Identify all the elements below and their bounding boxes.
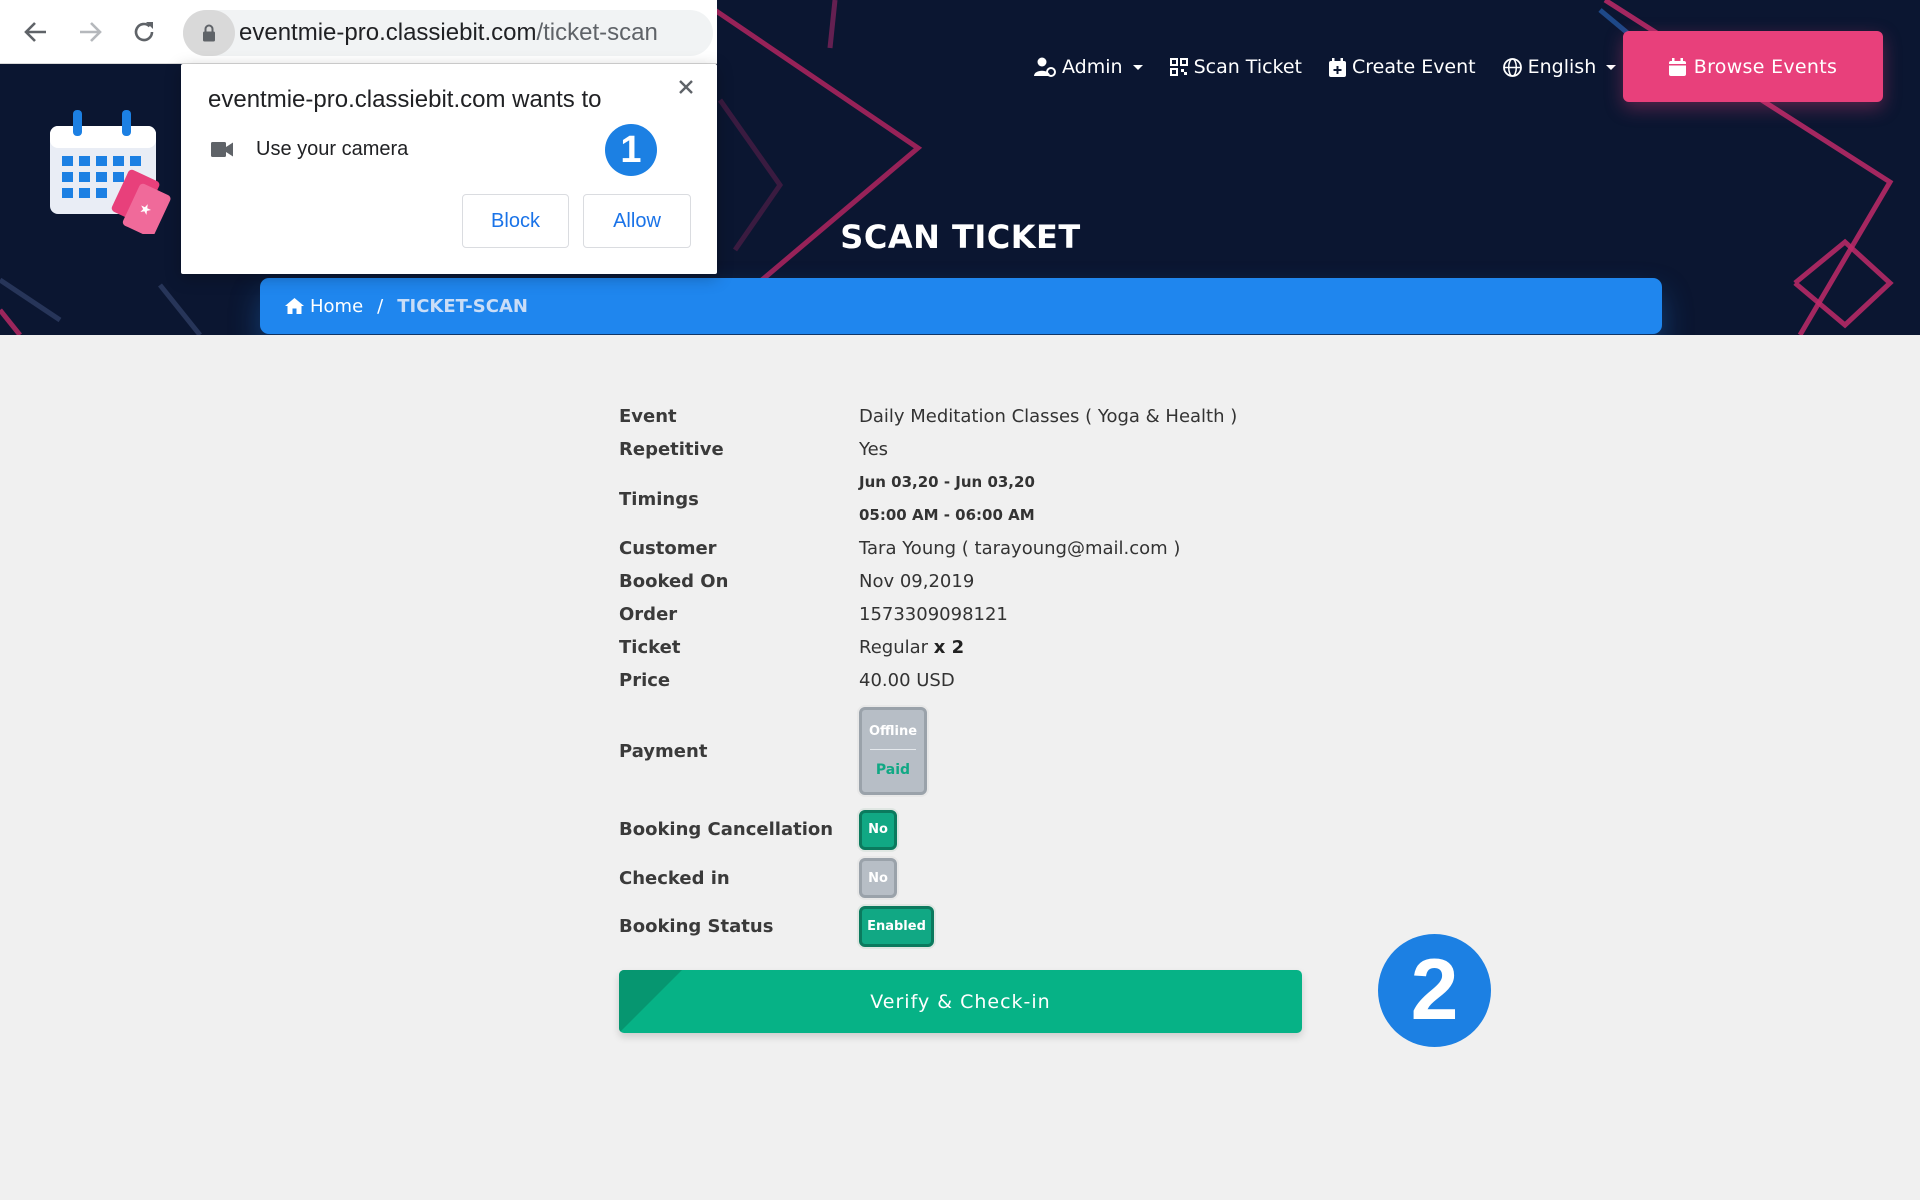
order-value: 1573309098121 — [859, 604, 1008, 625]
ticket-type: Regular — [859, 637, 929, 658]
nav-language-label: English — [1527, 56, 1597, 78]
page-title-text: SCAN TICKET — [840, 218, 1081, 256]
status-label: Booking Status — [619, 915, 774, 937]
allow-button[interactable]: Allow — [583, 194, 691, 248]
block-button[interactable]: Block — [462, 194, 569, 248]
close-icon — [679, 80, 693, 94]
browse-events-button[interactable]: Browse Events — [1623, 31, 1883, 102]
step-badge-1: 1 — [605, 124, 657, 176]
browser-toolbar: eventmie-pro.classiebit.com/ticket-scan — [0, 0, 717, 64]
payment-method: Offline — [868, 724, 918, 739]
ticket-value: Regular x 2 — [859, 637, 964, 658]
breadcrumb-home-label: Home — [310, 295, 364, 317]
breadcrumb-home[interactable]: Home — [285, 296, 363, 317]
ticket-label: Ticket — [619, 637, 681, 658]
repetitive-label: Repetitive — [619, 439, 724, 460]
payment-label: Payment — [619, 740, 708, 762]
calendar-icon — [1668, 57, 1686, 76]
verify-checkin-label: Verify & Check-in — [870, 990, 1051, 1013]
address-bar[interactable]: eventmie-pro.classiebit.com/ticket-scan — [183, 10, 713, 56]
checked-in-badge: No — [859, 858, 897, 898]
url-host: eventmie-pro.classiebit.com — [239, 19, 537, 46]
reload-icon — [134, 22, 154, 42]
status-badge: Enabled — [859, 905, 934, 947]
nav-admin-label: Admin — [1062, 56, 1123, 78]
back-button[interactable] — [18, 14, 54, 50]
detail-row-order: Order 1573309098121 — [619, 598, 1319, 631]
nav-scan-ticket-label: Scan Ticket — [1193, 56, 1303, 78]
ticket-details: Event Daily Meditation Classes ( Yoga & … — [619, 400, 1319, 950]
cancellation-label: Booking Cancellation — [619, 819, 834, 840]
detail-row-customer: Customer Tara Young ( tarayoung@mail.com… — [619, 532, 1319, 565]
timings-dates: Jun 03,20 - Jun 03,20 — [859, 473, 1035, 491]
customer-label: Customer — [619, 538, 717, 559]
customer-value: Tara Young ( tarayoung@mail.com ) — [859, 538, 1181, 559]
event-label: Event — [619, 406, 677, 427]
nav-language[interactable]: English — [1502, 56, 1617, 78]
breadcrumb: Home / TICKET-SCAN — [260, 278, 1662, 334]
home-icon — [285, 298, 304, 314]
timings-value: Jun 03,20 - Jun 03,20 05:00 AM - 06:00 A… — [859, 466, 1035, 532]
arrow-left-icon — [24, 22, 46, 42]
url-text: eventmie-pro.classiebit.com/ticket-scan — [239, 19, 658, 47]
detail-row-ticket: Ticket Regular x 2 — [619, 631, 1319, 664]
price-value: 40.00 USD — [859, 670, 955, 691]
chevron-down-icon — [1606, 64, 1617, 70]
popup-close-button[interactable] — [669, 70, 703, 104]
calendar-logo-icon: ★ — [50, 110, 171, 234]
lock-icon — [203, 24, 215, 42]
timings-label: Timings — [619, 488, 699, 510]
chevron-down-icon — [1132, 64, 1143, 70]
forward-button[interactable] — [72, 14, 108, 50]
camera-permission-row: Use your camera — [211, 138, 408, 161]
detail-row-repetitive: Repetitive Yes — [619, 433, 1319, 466]
timings-hours: 05:00 AM - 06:00 AM — [859, 506, 1035, 524]
nav-admin[interactable]: Admin — [1034, 56, 1143, 78]
step-badge-2: 2 — [1378, 934, 1491, 1047]
detail-row-price: Price 40.00 USD — [619, 664, 1319, 697]
detail-row-cancellation: Booking Cancellation No — [619, 805, 1319, 854]
detail-row-event: Event Daily Meditation Classes ( Yoga & … — [619, 400, 1319, 433]
calendar-plus-icon — [1329, 57, 1347, 77]
verify-checkin-button[interactable]: Verify & Check-in — [619, 970, 1302, 1033]
camera-permission-popup: eventmie-pro.classiebit.com wants to Use… — [181, 64, 717, 274]
url-path: /ticket-scan — [536, 19, 658, 46]
browse-events-label: Browse Events — [1693, 55, 1838, 78]
reload-button[interactable] — [126, 14, 162, 50]
breadcrumb-current: TICKET-SCAN — [397, 295, 528, 317]
booked-on-label: Booked On — [619, 571, 729, 592]
nav-create-event[interactable]: Create Event — [1329, 56, 1476, 78]
payment-status: Paid — [875, 762, 911, 778]
detail-row-checked-in: Checked in No — [619, 854, 1319, 902]
site-info-button[interactable] — [183, 10, 235, 56]
detail-row-booked-on: Booked On Nov 09,2019 — [619, 565, 1319, 598]
qrcode-icon — [1169, 58, 1188, 76]
video-camera-icon — [211, 142, 233, 157]
payment-badge: Offline Paid — [859, 707, 927, 795]
repetitive-value: Yes — [859, 439, 889, 460]
arrow-right-icon — [80, 22, 102, 42]
nav-create-event-label: Create Event — [1352, 56, 1476, 78]
order-label: Order — [619, 604, 678, 625]
detail-row-timings: Timings Jun 03,20 - Jun 03,20 05:00 AM -… — [619, 466, 1319, 532]
camera-permission-label: Use your camera — [256, 138, 409, 160]
nav-scan-ticket[interactable]: Scan Ticket — [1169, 56, 1303, 78]
booked-on-value: Nov 09,2019 — [859, 571, 975, 592]
globe-icon — [1502, 57, 1522, 77]
cancellation-badge: No — [859, 809, 897, 850]
detail-row-status: Booking Status Enabled — [619, 902, 1319, 950]
user-cog-icon — [1034, 57, 1056, 77]
detail-row-payment: Payment Offline Paid — [619, 697, 1319, 805]
ticket-quantity: x 2 — [933, 637, 965, 658]
popup-title: eventmie-pro.classiebit.com wants to — [208, 86, 602, 113]
checked-in-label: Checked in — [619, 867, 730, 889]
event-value: Daily Meditation Classes ( Yoga & Health… — [859, 406, 1238, 427]
main-nav: Admin Scan Ticket Create Event English — [1034, 52, 1617, 82]
price-label: Price — [619, 670, 671, 691]
breadcrumb-separator: / — [377, 295, 384, 317]
